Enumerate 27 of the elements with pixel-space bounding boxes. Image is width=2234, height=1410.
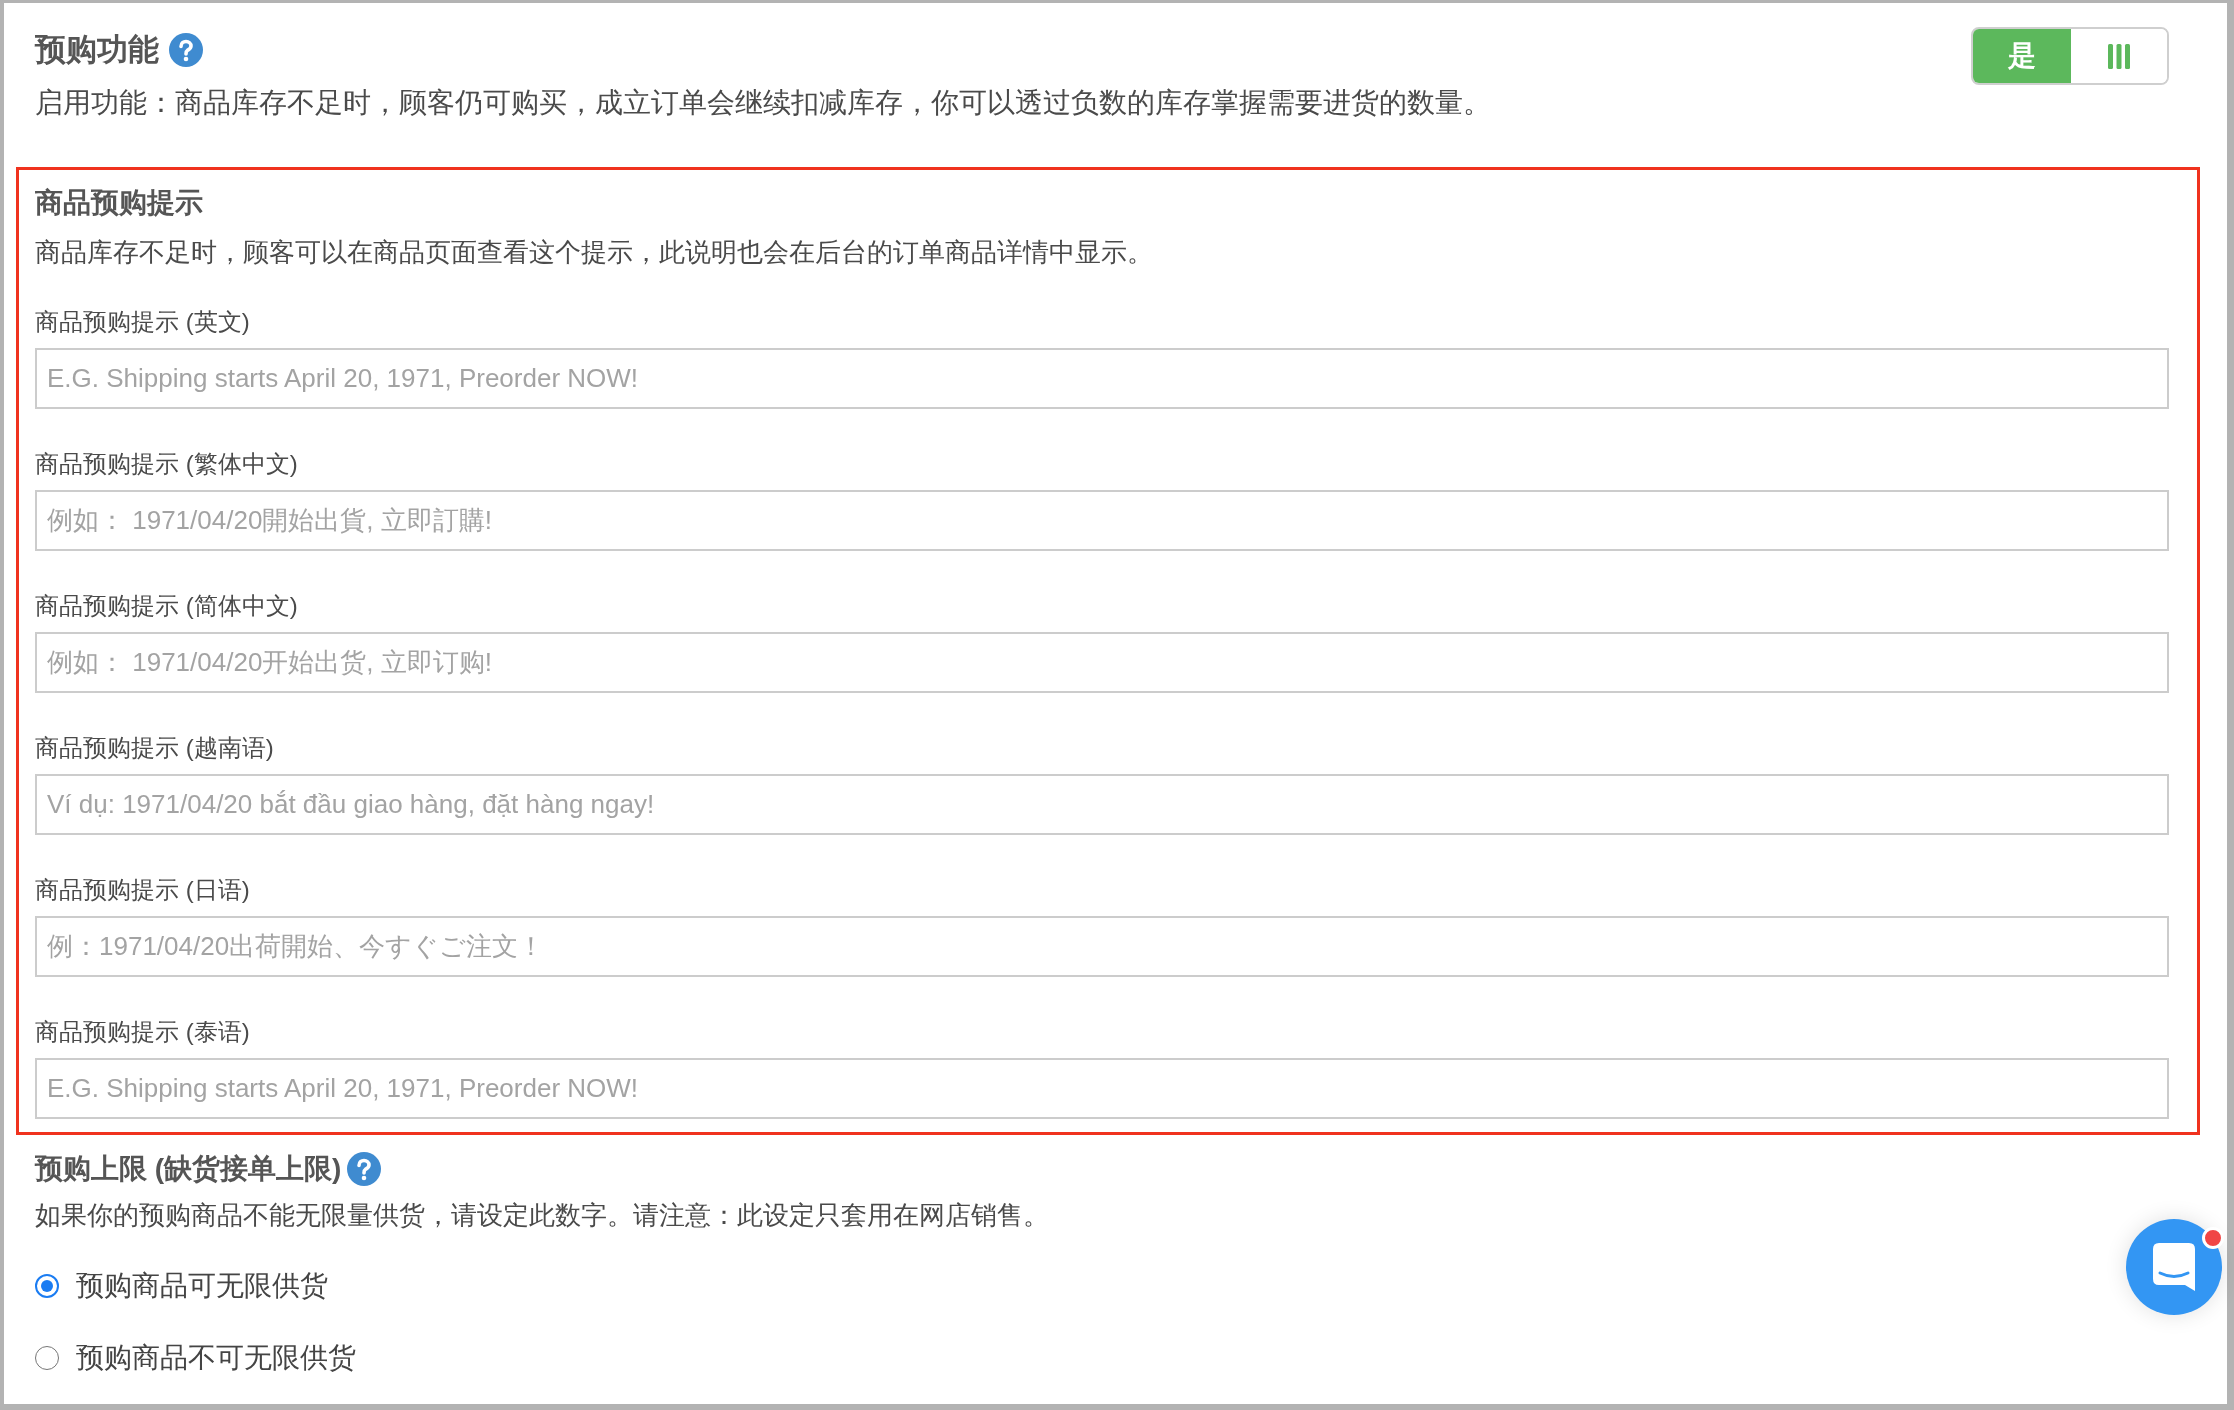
option-label: 预购商品可无限供货: [76, 1269, 328, 1303]
input-field[interactable]: 例如： 1971/04/20開始出貨, 立即訂購!: [35, 490, 2169, 551]
section-title: 预购功能: [35, 31, 159, 69]
field-label: 商品预购提示 (英文): [35, 307, 251, 337]
input-field[interactable]: 例如： 1971/04/20开始出货, 立即订购!: [35, 632, 2169, 693]
field-label: 商品预购提示 (繁体中文): [35, 449, 299, 479]
input-field[interactable]: E.G. Shipping starts April 20, 1971, Preorder NOW!: [35, 348, 2169, 409]
description: 商品库存不足时，顾客可以在商品页面查看这个提示，此说明也会在后台的订单商品详情中显示。: [35, 236, 1154, 269]
chat-bubble-icon: [2153, 1243, 2195, 1291]
toggle-switch[interactable]: 是: [1971, 27, 2169, 85]
field-label: 商品预购提示 (泰语): [35, 1017, 251, 1047]
radio-button[interactable]: [35, 1346, 59, 1370]
description: 启用功能：商品库存不足时，顾客仍可购买，成立订单会继续扣减库存，你可以透过负数的库存掌握需要进货的数量。: [35, 86, 1491, 120]
input-field[interactable]: E.G. Shipping starts April 20, 1971, Preorder NOW!: [35, 1058, 2169, 1119]
section-title: 商品预购提示: [35, 186, 204, 220]
help-icon[interactable]: [347, 1152, 382, 1186]
input-field[interactable]: 例：1971/04/20出荷開始、今すぐご注文！: [35, 916, 2169, 977]
field-label: 商品预购提示 (日语): [35, 875, 251, 905]
option-label: 预购商品不可无限供货: [76, 1341, 356, 1375]
help-icon[interactable]: [169, 33, 203, 67]
field-label: 商品预购提示 (简体中文): [35, 591, 299, 621]
grip-icon: [2108, 43, 2130, 69]
input-field[interactable]: Ví dụ: 1971/04/20 bắt đầu giao hàng, đặt hàng ngay!: [35, 774, 2169, 835]
radio-button[interactable]: [35, 1274, 59, 1298]
field-label: 商品预购提示 (越南语): [35, 733, 275, 763]
description: 如果你的预购商品不能无限量供货，请设定此数字。请注意：此设定只套用在网店销售。: [35, 1199, 1050, 1232]
section-title: 预购上限 (缺货接单上限): [35, 1152, 342, 1186]
